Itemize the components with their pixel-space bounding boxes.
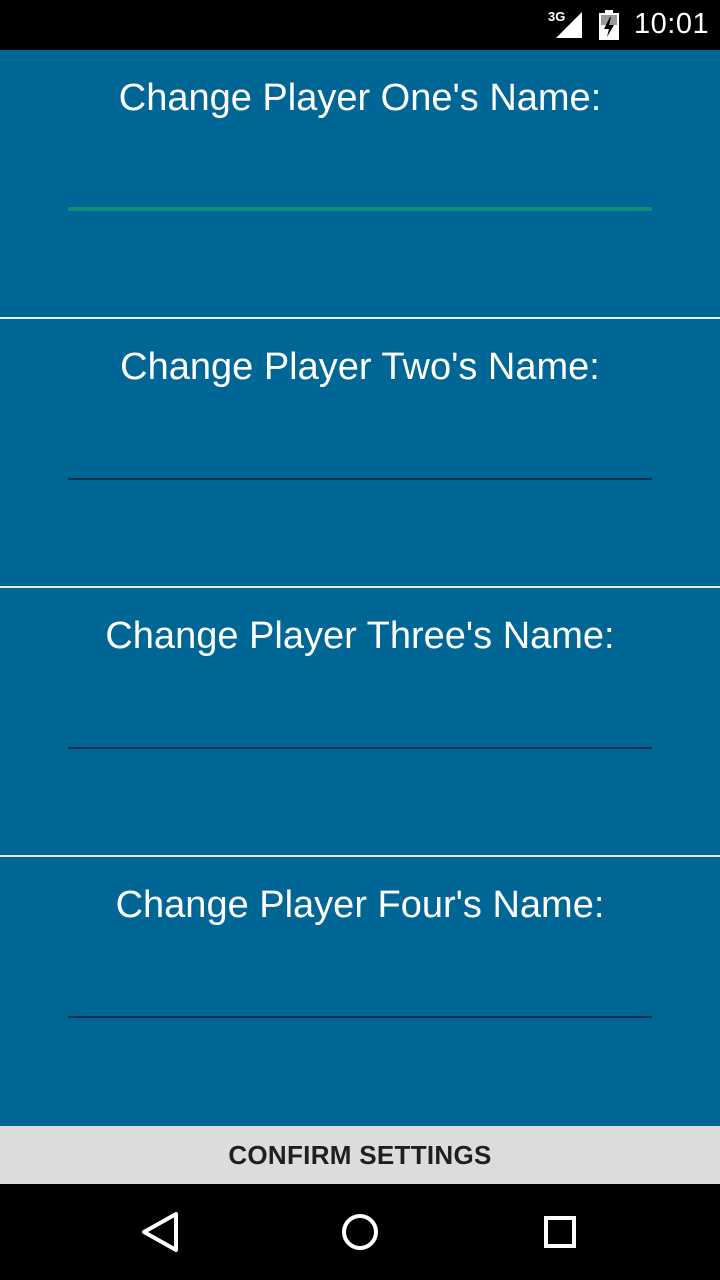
player-four-section: Change Player Four's Name: [0,857,720,1124]
player-three-label: Change Player Three's Name: [105,615,615,657]
player-three-section: Change Player Three's Name: [0,588,720,855]
navigation-bar [0,1184,720,1280]
recents-icon[interactable] [520,1198,600,1266]
player-two-section: Change Player Two's Name: [0,319,720,586]
settings-form: Change Player One's Name: Change Player … [0,50,720,1126]
battery-charging-icon [599,10,619,40]
home-icon[interactable] [320,1198,400,1266]
confirm-settings-button[interactable]: CONFIRM SETTINGS [0,1126,720,1184]
player-two-label: Change Player Two's Name: [120,346,600,388]
player-two-name-input[interactable] [68,434,652,480]
signal-icon [556,12,582,38]
player-one-label: Change Player One's Name: [118,77,602,119]
player-one-name-input[interactable] [68,165,652,211]
player-four-label: Change Player Four's Name: [115,884,605,926]
back-icon[interactable] [120,1198,200,1266]
player-four-name-input[interactable] [68,972,652,1018]
clock: 10:01 [634,8,710,40]
player-three-name-input[interactable] [68,703,652,749]
status-bar: 3G 10:01 [0,0,720,50]
player-one-section: Change Player One's Name: [0,50,720,317]
